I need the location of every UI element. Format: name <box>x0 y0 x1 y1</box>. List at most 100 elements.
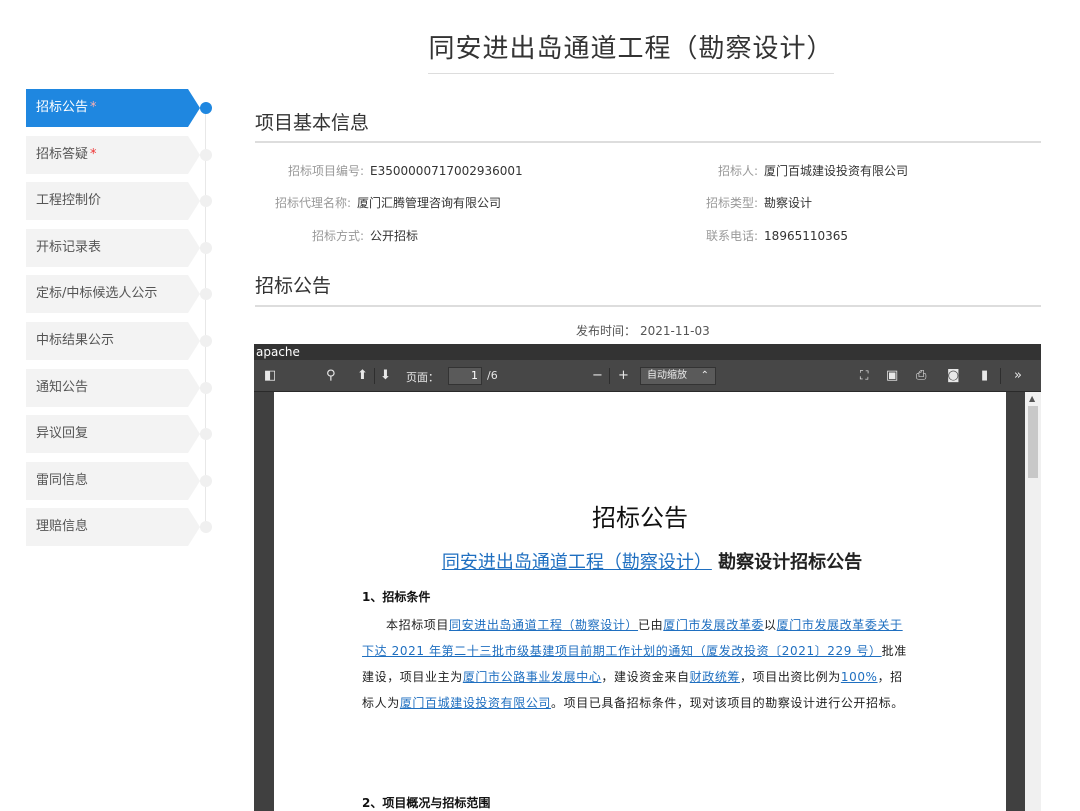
sidebar-tab[interactable]: 工程控制价 <box>26 182 200 221</box>
announcement-title: 招标公告 <box>255 275 332 297</box>
text: ，建设资金来自 <box>601 670 690 684</box>
sidebar-item[interactable]: 招标公告 * <box>26 89 216 127</box>
sidebar-tab[interactable]: 中标结果公示 <box>26 321 200 360</box>
sidebar-tab[interactable]: 雷同信息 <box>26 461 200 500</box>
tools-icon[interactable]: » <box>1014 368 1022 383</box>
info-method: 招标方式: 公开招标 <box>312 227 418 244</box>
info-tenderer: 招标人: 厦门百城建设投资有限公司 <box>718 162 908 179</box>
doc-section-1: 1、招标条件 <box>362 590 431 604</box>
info-project-no: 招标项目编号: E3500000717002936001 <box>288 162 523 179</box>
timeline-dot <box>200 428 212 441</box>
sidebar-tab[interactable]: 定标/中标候选人公示 <box>26 275 200 314</box>
doc-heading: 招标公告 <box>592 504 688 532</box>
label: 招标类型: <box>706 196 759 210</box>
sidebar-tab[interactable]: 通知公告 <box>26 368 200 407</box>
text: 本招标项目 <box>386 618 450 632</box>
print-icon[interactable]: ⎙ <box>916 368 926 383</box>
page-label: 页面： <box>406 371 439 384</box>
sidebar-item-label: 定标/中标候选人公示 <box>36 286 158 302</box>
page-total: /6 <box>487 369 498 382</box>
info-agency: 招标代理名称: 厦门汇腾管理咨询有限公司 <box>275 194 501 211</box>
sidebar-tab[interactable]: 理赔信息 <box>26 508 200 547</box>
link[interactable]: 同安进出岛通道工程（勘察设计） <box>449 618 638 632</box>
required-mark: * <box>90 146 97 162</box>
label: 联系电话: <box>706 229 759 243</box>
timeline-dot <box>200 381 212 394</box>
info-type: 招标类型: 勘察设计 <box>706 194 812 211</box>
label: 招标人: <box>718 164 759 178</box>
link[interactable]: 100% <box>841 670 878 684</box>
sidebar-toggle-icon[interactable]: ◧ <box>264 368 276 383</box>
text: 已由 <box>638 618 664 632</box>
scrollbar[interactable]: ▲ <box>1025 392 1041 811</box>
text: ，项目出资比例为 <box>740 670 841 684</box>
sidebar-tab[interactable]: 异议回复 <box>26 415 200 454</box>
sidebar-item-label: 招标答疑 <box>36 146 89 162</box>
separator <box>609 368 610 384</box>
sidebar-item-label: 开标记录表 <box>36 239 102 255</box>
zoom-value: 自动缩放 <box>647 370 687 381</box>
link[interactable]: 厦门百城建设投资有限公司 <box>400 696 551 710</box>
sidebar-item[interactable]: 定标/中标候选人公示 <box>26 275 216 314</box>
sidebar-item[interactable]: 招标答疑 * <box>26 135 216 174</box>
separator <box>1000 368 1001 384</box>
label: 招标方式: <box>312 229 365 243</box>
sidebar-item[interactable]: 异议回复 <box>26 415 216 454</box>
text: 以 <box>764 618 777 632</box>
doc-paragraph: 本招标项目同安进出岛通道工程（勘察设计）已由厦门市发展改革委以厦门市发展改革委关… <box>362 612 912 716</box>
timeline-dot <box>200 195 212 208</box>
sidebar-item[interactable]: 理赔信息 <box>26 508 216 547</box>
value: 勘察设计 <box>764 196 813 210</box>
doc-subheading-link[interactable]: 同安进出岛通道工程（勘察设计） <box>442 552 712 573</box>
sidebar-tab[interactable]: 招标公告 * <box>26 89 200 127</box>
sidebar-tab[interactable]: 开标记录表 <box>26 228 200 267</box>
sidebar-item[interactable]: 通知公告 <box>26 368 216 407</box>
timeline-dot <box>200 288 212 301</box>
value: 公开招标 <box>370 229 419 243</box>
sidebar-item-label: 招标公告 <box>36 100 89 115</box>
divider <box>255 305 1041 307</box>
text: 。项目已具备招标条件，现对该项目的勘察设计进行公开招标。 <box>551 696 904 710</box>
sidebar-tab[interactable]: 招标答疑 * <box>26 135 200 174</box>
search-icon[interactable]: ⚲ <box>326 368 336 383</box>
page-title: 同安进出岛通道工程（勘察设计） <box>428 28 834 74</box>
presentation-icon[interactable]: ⛶ <box>860 368 868 383</box>
timeline-dot <box>200 334 212 347</box>
apache-label: apache <box>254 344 1041 360</box>
chevron-down-icon: ⌃ <box>700 370 709 381</box>
sidebar-item-label: 工程控制价 <box>36 193 102 209</box>
pdf-toolbar: ◧ ⚲ ⬆ ⬇ 页面： 1 /6 − + 自动缩放 ⌃ ⛶ ▣ ⎙ ◙ ▮ » <box>254 360 1041 392</box>
sidebar-item[interactable]: 中标结果公示 <box>26 321 216 360</box>
link[interactable]: 财政统筹 <box>690 670 740 684</box>
publish-time: 发布时间： 2021-11-03 <box>576 322 710 339</box>
link[interactable]: 厦门市公路事业发展中心 <box>463 670 602 684</box>
sidebar-item[interactable]: 雷同信息 <box>26 461 216 500</box>
bookmark-icon[interactable]: ▮ <box>981 368 988 383</box>
sidebar-item-label: 异议回复 <box>36 426 89 442</box>
download-icon[interactable]: ◙ <box>947 368 960 383</box>
next-page-icon[interactable]: ⬇ <box>380 368 391 383</box>
pdf-page: 招标公告 同安进出岛通道工程（勘察设计） 勘察设计招标公告 1、招标条件 本招标… <box>274 392 1006 811</box>
zoom-in-icon[interactable]: + <box>618 368 629 383</box>
prev-page-icon[interactable]: ⬆ <box>357 368 368 383</box>
sidebar-item-label: 通知公告 <box>36 379 89 395</box>
scrollbar-thumb[interactable] <box>1028 406 1038 478</box>
value: E3500000717002936001 <box>370 164 523 178</box>
divider <box>255 141 1041 143</box>
scroll-up-icon[interactable]: ▲ <box>1029 394 1035 403</box>
sidebar-item[interactable]: 开标记录表 <box>26 228 216 267</box>
page-number-input[interactable]: 1 <box>448 367 482 385</box>
timeline-dot <box>200 102 212 114</box>
sidebar-nav: 招标公告 * 招标答疑 * 工程控制价 开标记录表 定标/中标候选人公示 中标结果公示 通知公告… <box>26 89 216 555</box>
open-file-icon[interactable]: ▣ <box>886 368 898 383</box>
value: 厦门汇腾管理咨询有限公司 <box>357 196 502 210</box>
sidebar-item[interactable]: 工程控制价 <box>26 182 216 221</box>
zoom-select[interactable]: 自动缩放 ⌃ <box>640 367 716 385</box>
doc-subheading-text: 勘察设计招标公告 <box>718 552 863 573</box>
zoom-out-icon[interactable]: − <box>592 368 603 383</box>
value: 厦门百城建设投资有限公司 <box>764 164 909 178</box>
timeline-dot <box>200 148 212 161</box>
doc-section-2: 2、项目概况与招标范围 <box>362 796 491 810</box>
link[interactable]: 厦门市发展改革委 <box>663 618 764 632</box>
basic-info-title: 项目基本信息 <box>255 112 370 134</box>
